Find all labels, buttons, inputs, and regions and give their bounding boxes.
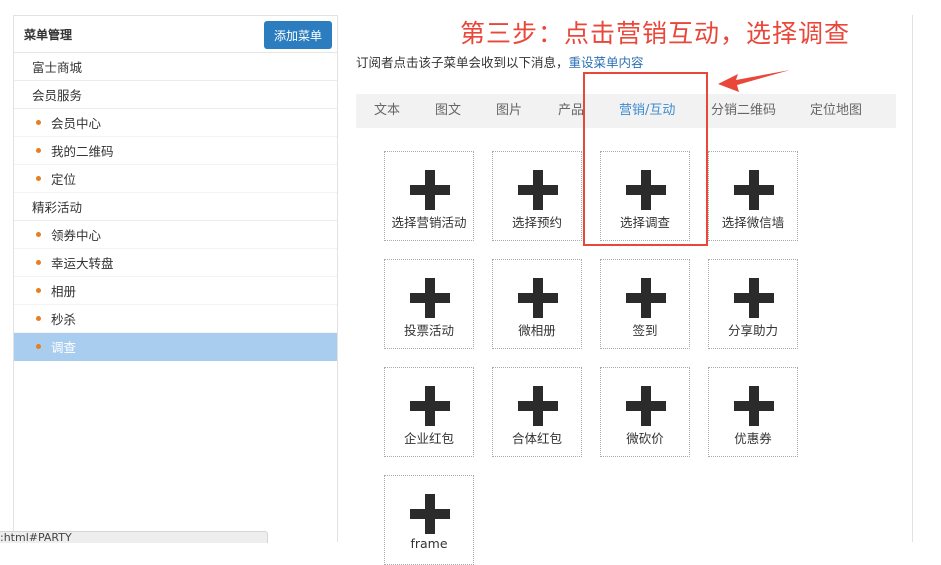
sidebar-title: 菜单管理: [24, 28, 73, 42]
action-card[interactable]: 选择微信墙: [708, 151, 798, 241]
action-card[interactable]: 优惠券: [708, 367, 798, 457]
plus-icon: [518, 278, 558, 322]
action-card-label: 微砍价: [626, 431, 664, 446]
sidebar-sub-item[interactable]: 幸运大转盘: [14, 249, 337, 277]
action-card[interactable]: 签到: [600, 259, 690, 349]
tab-text[interactable]: 文本: [374, 94, 400, 128]
action-card[interactable]: 分享助力: [708, 259, 798, 349]
bullet-icon: [36, 120, 41, 125]
plus-icon: [734, 386, 774, 430]
sidebar-sub-item[interactable]: 会员中心: [14, 109, 337, 137]
sidebar-group-item[interactable]: 会员服务: [14, 81, 337, 109]
message-type-tabs: 文本 图文 图片 产品 营销/互动 分销二维码 定位地图: [356, 94, 896, 128]
plus-icon: [626, 170, 666, 214]
hint-text: 订阅者点击该子菜单会收到以下消息，重设菜单内容: [356, 52, 644, 71]
action-card[interactable]: 投票活动: [384, 259, 474, 349]
plus-icon: [518, 170, 558, 214]
bullet-icon: [36, 288, 41, 293]
tab-location-map[interactable]: 定位地图: [810, 94, 862, 128]
tab-product[interactable]: 产品: [558, 94, 584, 128]
action-card-label: 选择营销活动: [391, 215, 467, 230]
sidebar-item-label: 精彩活动: [32, 200, 83, 215]
add-menu-button[interactable]: 添加菜单: [264, 21, 332, 49]
action-card-label: 微相册: [518, 323, 556, 338]
action-card[interactable]: 选择预约: [492, 151, 582, 241]
action-card-label: 合体红包: [511, 431, 562, 446]
action-card-label: 选择微信墙: [721, 215, 785, 230]
status-bar: :html#PARTY: [0, 531, 268, 543]
tab-marketing-interaction[interactable]: 营销/互动: [619, 94, 675, 128]
action-card[interactable]: frame: [384, 475, 474, 565]
sidebar-item-label: 调查: [51, 340, 77, 355]
sidebar-item-label: 秒杀: [51, 312, 77, 327]
sidebar-sub-item[interactable]: 相册: [14, 277, 337, 305]
reset-menu-content-link[interactable]: 重设菜单内容: [569, 55, 644, 70]
tab-image-text[interactable]: 图文: [435, 94, 461, 128]
sidebar-sub-item[interactable]: 秒杀: [14, 305, 337, 333]
action-card-label: 签到: [632, 323, 658, 338]
sidebar-header: 菜单管理 添加菜单: [14, 16, 337, 53]
plus-icon: [410, 170, 450, 214]
plus-icon: [410, 278, 450, 322]
sidebar-item-label: 定位: [51, 172, 77, 187]
tab-distribution-qrcode[interactable]: 分销二维码: [711, 94, 776, 128]
sidebar-sub-item[interactable]: 定位: [14, 165, 337, 193]
action-card-label: 选择调查: [619, 215, 670, 230]
sidebar-item-label: 领券中心: [51, 228, 102, 243]
bullet-icon: [36, 316, 41, 321]
action-card-label: 选择预约: [511, 215, 562, 230]
plus-icon: [410, 494, 450, 538]
action-card-label: frame: [410, 536, 448, 551]
action-card-label: 优惠券: [734, 431, 772, 446]
plus-icon: [518, 386, 558, 430]
plus-icon: [626, 278, 666, 322]
action-card[interactable]: 微相册: [492, 259, 582, 349]
action-card[interactable]: 合体红包: [492, 367, 582, 457]
hint-message: 订阅者点击该子菜单会收到以下消息，: [356, 55, 569, 70]
sidebar-item-label: 我的二维码: [51, 144, 114, 159]
sidebar-item-label: 会员中心: [51, 116, 102, 131]
sidebar-item-label: 幸运大转盘: [51, 256, 114, 271]
action-card-label: 投票活动: [403, 323, 454, 338]
plus-icon: [734, 170, 774, 214]
sidebar-sub-item[interactable]: 我的二维码: [14, 137, 337, 165]
action-card[interactable]: 企业红包: [384, 367, 474, 457]
bullet-icon: [36, 176, 41, 181]
action-card-label: 企业红包: [403, 431, 454, 446]
tab-image[interactable]: 图片: [496, 94, 522, 128]
sidebar-item-label: 会员服务: [32, 88, 83, 103]
menu-list: 富士商城会员服务会员中心我的二维码定位精彩活动领券中心幸运大转盘相册秒杀调查: [14, 53, 337, 361]
bullet-icon: [36, 232, 41, 237]
sidebar-sub-item[interactable]: 领券中心: [14, 221, 337, 249]
sidebar-group-item[interactable]: 富士商城: [14, 53, 337, 81]
action-card[interactable]: 选择营销活动: [384, 151, 474, 241]
bullet-icon: [36, 344, 41, 349]
action-card[interactable]: 选择调查: [600, 151, 690, 241]
action-card-label: 分享助力: [727, 323, 778, 338]
sidebar-item-label: 富士商城: [32, 60, 83, 75]
plus-icon: [410, 386, 450, 430]
sidebar-item-label: 相册: [51, 284, 77, 299]
menu-sidebar: 菜单管理 添加菜单 富士商城会员服务会员中心我的二维码定位精彩活动领券中心幸运大…: [13, 15, 338, 542]
bullet-icon: [36, 148, 41, 153]
action-card[interactable]: 微砍价: [600, 367, 690, 457]
sidebar-group-item[interactable]: 精彩活动: [14, 193, 337, 221]
plus-icon: [734, 278, 774, 322]
plus-icon: [626, 386, 666, 430]
annotation-arrow-icon: [718, 70, 790, 92]
step-annotation: 第三步：点击营销互动，选择调查: [460, 19, 851, 48]
bullet-icon: [36, 260, 41, 265]
sidebar-sub-item[interactable]: 调查: [14, 333, 337, 361]
